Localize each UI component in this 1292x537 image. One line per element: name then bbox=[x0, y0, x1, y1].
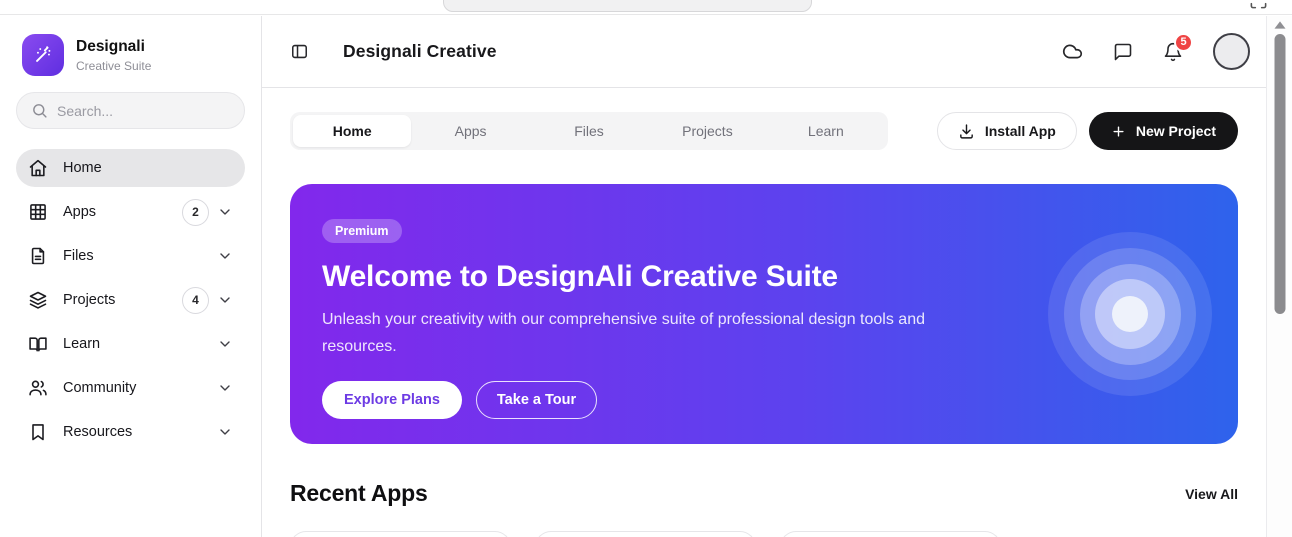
tab-apps[interactable]: Apps bbox=[411, 115, 529, 147]
install-app-label: Install App bbox=[985, 123, 1056, 139]
app-logo[interactable]: Designali Creative Suite bbox=[16, 34, 245, 76]
layers-icon bbox=[28, 290, 48, 310]
sidebar-item-apps[interactable]: Apps 2 bbox=[16, 193, 245, 231]
sidebar-item-label: Resources bbox=[63, 424, 132, 440]
browser-toolbar: / bbox=[443, 0, 812, 12]
section-tabs: Home Apps Files Projects Learn bbox=[290, 112, 888, 150]
recent-app-card[interactable] bbox=[290, 531, 511, 537]
sidebar-item-label: Apps bbox=[63, 204, 96, 220]
magic-wand-icon bbox=[22, 34, 64, 76]
scrollbar[interactable] bbox=[1266, 16, 1292, 537]
main-area: Designali Creative 5 Home Apps bbox=[262, 16, 1266, 537]
toolbar-actions: Install App New Project bbox=[937, 112, 1238, 150]
sidebar-item-label: Learn bbox=[63, 336, 100, 352]
logo-subtitle: Creative Suite bbox=[76, 59, 151, 73]
app-window: Designali Creative Suite Home Apps bbox=[0, 16, 1292, 537]
explore-plans-button[interactable]: Explore Plans bbox=[322, 381, 462, 419]
search-icon bbox=[31, 102, 48, 119]
grid-icon bbox=[28, 202, 48, 222]
premium-badge: Premium bbox=[322, 219, 402, 243]
book-open-icon bbox=[28, 334, 48, 354]
chevron-down-icon[interactable] bbox=[217, 336, 233, 352]
tab-files[interactable]: Files bbox=[530, 115, 648, 147]
tab-projects[interactable]: Projects bbox=[648, 115, 766, 147]
sidebar-toggle-icon[interactable] bbox=[290, 42, 309, 61]
page-content: Home Apps Files Projects Learn Install A… bbox=[262, 88, 1266, 537]
bookmark-icon bbox=[28, 422, 48, 442]
sidebar-item-label: Projects bbox=[63, 292, 115, 308]
projects-count-badge: 4 bbox=[182, 287, 209, 314]
sidebar-item-label: Files bbox=[63, 248, 94, 264]
messages-icon[interactable] bbox=[1113, 42, 1133, 62]
logo-title: Designali bbox=[76, 37, 151, 56]
apps-count-badge: 2 bbox=[182, 199, 209, 226]
recent-apps-header: Recent Apps View All bbox=[290, 480, 1238, 507]
view-all-button[interactable]: View All bbox=[1185, 486, 1238, 502]
recent-apps-row bbox=[290, 531, 1238, 537]
new-project-label: New Project bbox=[1136, 123, 1216, 139]
plus-icon bbox=[1111, 124, 1126, 139]
sidebar-item-label: Home bbox=[63, 160, 102, 176]
download-icon bbox=[958, 123, 975, 140]
sidebar-item-resources[interactable]: Resources bbox=[16, 413, 245, 451]
fullscreen-expand-icon[interactable] bbox=[1249, 0, 1268, 10]
sidebar-item-community[interactable]: Community bbox=[16, 369, 245, 407]
chevron-down-icon[interactable] bbox=[217, 292, 233, 308]
sidebar-search[interactable] bbox=[16, 92, 245, 129]
notification-count-badge: 5 bbox=[1174, 33, 1193, 52]
banner-description: Unleash your creativity with our compreh… bbox=[322, 306, 947, 360]
chevron-down-icon[interactable] bbox=[217, 248, 233, 264]
users-icon bbox=[28, 378, 48, 398]
recent-app-card[interactable] bbox=[535, 531, 756, 537]
home-icon bbox=[28, 158, 48, 178]
take-a-tour-button[interactable]: Take a Tour bbox=[476, 381, 597, 419]
sidebar-item-projects[interactable]: Projects 4 bbox=[16, 281, 245, 319]
welcome-banner: Premium Welcome to DesignAli Creative Su… bbox=[290, 184, 1238, 444]
chevron-down-icon[interactable] bbox=[217, 424, 233, 440]
page-title: Designali Creative bbox=[343, 41, 497, 62]
notifications-bell-icon[interactable]: 5 bbox=[1163, 42, 1183, 62]
sidebar-item-files[interactable]: Files bbox=[16, 237, 245, 275]
sidebar-item-learn[interactable]: Learn bbox=[16, 325, 245, 363]
sidebar-item-home[interactable]: Home bbox=[16, 149, 245, 187]
chevron-down-icon[interactable] bbox=[217, 204, 233, 220]
app-header: Designali Creative 5 bbox=[262, 16, 1266, 88]
user-avatar[interactable] bbox=[1213, 33, 1250, 70]
sidebar: Designali Creative Suite Home Apps bbox=[0, 16, 262, 537]
tab-learn[interactable]: Learn bbox=[767, 115, 885, 147]
toolbar-row: Home Apps Files Projects Learn Install A… bbox=[290, 112, 1238, 150]
sidebar-item-label: Community bbox=[63, 380, 136, 396]
search-input[interactable] bbox=[57, 103, 230, 119]
sidebar-nav: Home Apps 2 Files bbox=[16, 149, 245, 451]
cloud-icon[interactable] bbox=[1062, 41, 1083, 62]
chevron-down-icon[interactable] bbox=[217, 380, 233, 396]
browser-chrome-strip: / bbox=[0, 0, 1292, 15]
new-project-button[interactable]: New Project bbox=[1089, 112, 1238, 150]
scrollbar-thumb[interactable] bbox=[1274, 34, 1285, 314]
recent-app-card[interactable] bbox=[780, 531, 1001, 537]
file-icon bbox=[28, 246, 48, 266]
glow-circles-decoration bbox=[1048, 232, 1212, 396]
scroll-up-arrow-icon[interactable] bbox=[1274, 21, 1285, 29]
recent-apps-title: Recent Apps bbox=[290, 480, 428, 507]
install-app-button[interactable]: Install App bbox=[937, 112, 1077, 150]
tab-home[interactable]: Home bbox=[293, 115, 411, 147]
